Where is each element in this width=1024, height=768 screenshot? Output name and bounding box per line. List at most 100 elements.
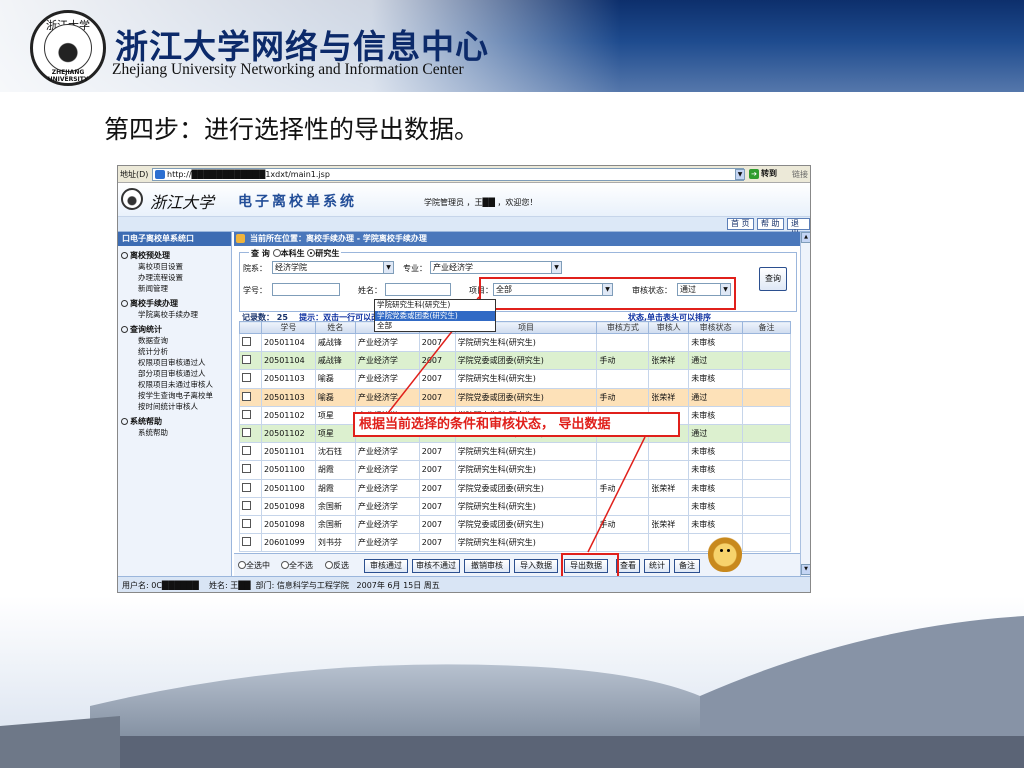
links-button[interactable]: 链接	[792, 169, 808, 180]
cell-auditor	[648, 332, 690, 353]
sidebar-item[interactable]: 学院离校手续办理	[118, 309, 231, 320]
nav-help-button[interactable]: 帮 助	[757, 218, 784, 230]
student-id-input[interactable]	[272, 283, 340, 296]
major-label: 专业：	[403, 264, 427, 273]
cell-remark	[742, 442, 791, 462]
sidebar-item[interactable]: 统计分析	[118, 346, 231, 357]
table-row[interactable]: 20501101 沈石钰 产业经济学 2007 学院研究生科(研究生) 未审核	[239, 442, 791, 462]
go-button[interactable]: ➔ 转到	[749, 168, 777, 179]
college-select[interactable]: 经济学院 ▼	[272, 261, 394, 274]
cell-mode: 手动	[596, 514, 650, 535]
cell-status: 未审核	[688, 460, 744, 480]
select-none-option[interactable]: 全不选	[281, 560, 313, 571]
url-input[interactable]: http://████████████1xdxt/main1.jsp	[152, 168, 744, 181]
query-button[interactable]: 查询	[759, 267, 787, 291]
row-checkbox[interactable]	[242, 464, 251, 474]
row-checkbox[interactable]	[242, 537, 251, 547]
revoke-button[interactable]: 撤销审核	[464, 559, 510, 573]
remark-button[interactable]: 备注	[674, 559, 700, 573]
cell-year: 2007	[418, 332, 456, 353]
view-button[interactable]: 查看	[616, 559, 640, 573]
approve-button[interactable]: 审核通过	[364, 559, 408, 573]
row-checkbox-cell	[239, 369, 262, 389]
row-checkbox[interactable]	[242, 482, 251, 492]
column-header[interactable]: 备注	[742, 321, 791, 334]
row-checkbox[interactable]	[242, 446, 251, 456]
query-title: 查 询 本科生 研究生	[249, 248, 342, 259]
table-row[interactable]: 20501104 戚战锋 产业经济学 2007 学院党委或团委(研究生) 手动 张荣祥 通过	[239, 351, 791, 371]
sidebar-item[interactable]: 办理流程设置	[118, 272, 231, 283]
sidebar-item[interactable]: 权限项目未通过审核人	[118, 379, 231, 390]
row-checkbox[interactable]	[242, 409, 251, 419]
sidebar-item[interactable]: 按学生查询电子离校单	[118, 390, 231, 401]
table-row[interactable]: 20501098 余国新 产业经济学 2007 学院党委或团委(研究生) 手动 张荣祥 未审核	[239, 514, 791, 535]
table-row[interactable]: 20501104 戚战锋 产业经济学 2007 学院研究生科(研究生) 未审核	[239, 332, 791, 353]
select-all-label: 全选中	[246, 561, 270, 570]
sidebar-item[interactable]: 数据查询	[118, 335, 231, 346]
sidebar-item[interactable]: 权限项目审核通过人	[118, 357, 231, 368]
row-checkbox[interactable]	[242, 518, 251, 528]
sidebar-item[interactable]: 部分项目审核通过人	[118, 368, 231, 379]
select-all-option[interactable]: 全选中	[238, 560, 270, 571]
row-checkbox[interactable]	[242, 500, 251, 510]
column-header[interactable]: 姓名	[314, 321, 356, 334]
cell-status: 通过	[688, 423, 744, 444]
dropdown-option[interactable]: 全部	[375, 321, 495, 332]
row-checkbox[interactable]	[242, 337, 251, 347]
column-header[interactable]: 审核人	[648, 321, 690, 334]
cell-mode	[596, 460, 650, 480]
cell-id: 20501100	[260, 460, 316, 480]
url-dropdown-icon[interactable]: ▼	[735, 169, 745, 180]
table-row[interactable]: 20501103 喻磊 产业经济学 2007 学院研究生科(研究生) 未审核	[239, 369, 791, 389]
sidebar-section-query[interactable]: 查询统计	[118, 324, 231, 335]
column-header[interactable]: 学号	[260, 321, 316, 334]
nav-home-button[interactable]: 首 页	[727, 218, 754, 230]
scrollbar[interactable]: ▲ ▼	[800, 232, 810, 576]
url-text: http://████████████1xdxt/main1.jsp	[167, 170, 330, 179]
cell-name: 刘书芬	[314, 533, 356, 553]
nav-logout-button[interactable]: 退 出	[787, 218, 810, 238]
cell-item: 学院研究生科(研究生)	[454, 442, 598, 462]
column-header[interactable]: 审核状态	[688, 321, 744, 334]
table-row[interactable]: 20501100 胡霞 产业经济学 2007 学院党委或团委(研究生) 手动 张荣祥 未审核	[239, 478, 791, 498]
filter-highlight-box	[479, 277, 736, 310]
app-screenshot: 地址(D) http://████████████1xdxt/main1.jsp…	[117, 165, 811, 593]
name-input[interactable]	[385, 283, 451, 296]
row-checkbox[interactable]	[242, 355, 251, 365]
sidebar-section-help[interactable]: 系统帮助	[118, 416, 231, 427]
row-checkbox[interactable]	[242, 391, 251, 401]
cell-major: 产业经济学	[354, 460, 420, 480]
dropdown-option-highlighted[interactable]: 学院党委或团委(研究生)	[375, 310, 495, 321]
sidebar-section-preprocess[interactable]: 离校预处理	[118, 250, 231, 261]
column-header[interactable]: 审核方式	[596, 321, 650, 334]
sidebar-header: 口电子离校单系统口	[118, 232, 231, 246]
radio-undergrad[interactable]	[272, 249, 281, 257]
scroll-down-icon[interactable]: ▼	[801, 564, 810, 575]
table-row[interactable]: 20501100 胡霞 产业经济学 2007 学院研究生科(研究生) 未审核	[239, 460, 791, 480]
ie-page-icon	[155, 170, 165, 179]
import-button[interactable]: 导入数据	[514, 559, 558, 573]
invert-label: 反选	[333, 561, 349, 570]
major-select[interactable]: 产业经济学 ▼	[430, 261, 562, 274]
invert-option[interactable]: 反选	[325, 560, 349, 571]
table-row[interactable]: 20501103 喻磊 产业经济学 2007 学院党委或团委(研究生) 手动 张荣祥 通过	[239, 387, 791, 407]
browser-address-bar: 地址(D) http://████████████1xdxt/main1.jsp…	[118, 166, 810, 183]
radio-select-none[interactable]	[281, 561, 289, 569]
radio-select-all[interactable]	[238, 561, 246, 569]
reject-button[interactable]: 审核不通过	[412, 559, 460, 573]
lion-mascot-icon	[708, 534, 742, 572]
sidebar-item[interactable]: 系统帮助	[118, 427, 231, 438]
row-checkbox-cell	[239, 387, 262, 407]
sidebar-item[interactable]: 新闻管理	[118, 283, 231, 294]
scroll-up-icon[interactable]: ▲	[801, 232, 810, 243]
row-checkbox[interactable]	[242, 373, 251, 383]
sidebar-item[interactable]: 离校项目设置	[118, 261, 231, 272]
sidebar-section-procedures[interactable]: 离校手续办理	[118, 298, 231, 309]
row-checkbox[interactable]	[242, 428, 251, 438]
column-header[interactable]	[239, 321, 262, 334]
table-row[interactable]: 20501098 余国新 产业经济学 2007 学院研究生科(研究生) 未审核	[239, 496, 791, 516]
dropdown-option[interactable]: 学院研究生科(研究生)	[375, 300, 495, 311]
sidebar-item[interactable]: 按时间统计审核人	[118, 401, 231, 412]
stats-button[interactable]: 统计	[644, 559, 670, 573]
radio-invert[interactable]	[325, 561, 333, 569]
